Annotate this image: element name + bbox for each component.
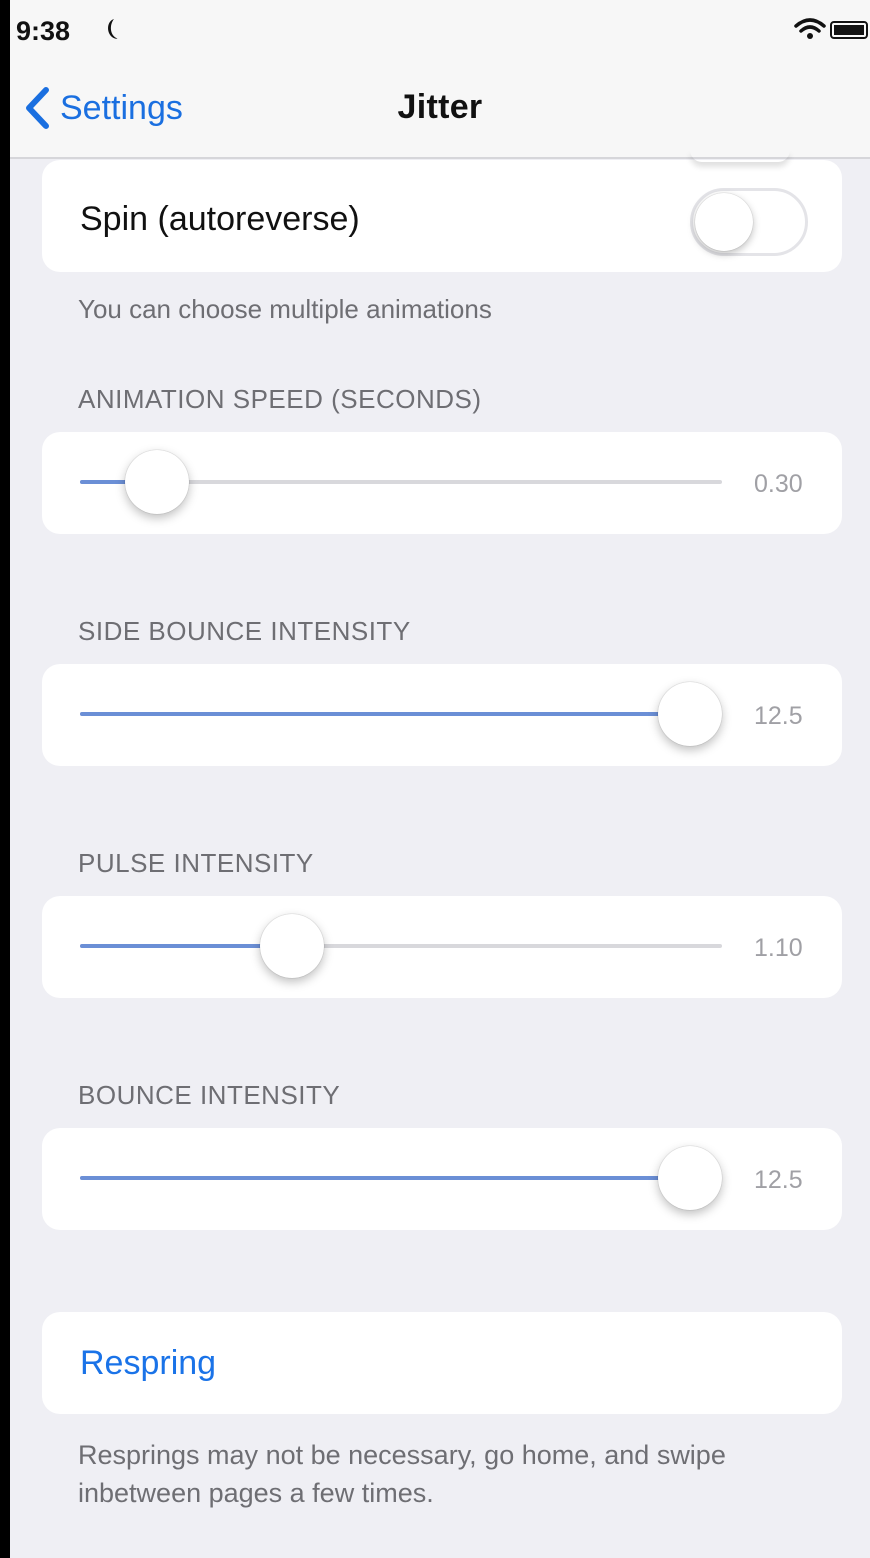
spin-toggle[interactable] xyxy=(690,188,808,256)
bounce-header: BOUNCE INTENSITY xyxy=(78,1080,341,1110)
respring-footer: Resprings may not be necessary, go home,… xyxy=(78,1440,726,1508)
settings-screen: 9:38 Settings Jitter Spin (autoreverse) xyxy=(10,0,870,1558)
status-bar: 9:38 xyxy=(10,0,870,60)
animation-speed-card: 0.30 xyxy=(42,432,842,534)
respring-card[interactable]: Respring xyxy=(42,1312,842,1414)
side-bounce-header: SIDE BOUNCE INTENSITY xyxy=(78,616,411,646)
slider-thumb[interactable] xyxy=(657,682,722,746)
bounce-card: 12.5 xyxy=(42,1128,842,1230)
moon-icon xyxy=(108,19,118,39)
animation-speed-slider[interactable] xyxy=(80,450,722,514)
spin-row-label: Spin (autoreverse) xyxy=(80,200,360,238)
toggle-knob xyxy=(695,193,753,251)
animation-speed-value: 0.30 xyxy=(754,470,803,498)
pulse-slider[interactable] xyxy=(80,914,722,978)
page-title: Jitter xyxy=(397,88,483,126)
bounce-slider[interactable] xyxy=(80,1146,722,1210)
pulse-card: 1.10 xyxy=(42,896,842,998)
animations-footer: You can choose multiple animations xyxy=(78,294,492,324)
status-time: 9:38 xyxy=(16,16,71,46)
slider-thumb[interactable] xyxy=(125,450,190,514)
slider-thumb[interactable] xyxy=(259,914,324,978)
pulse-value: 1.10 xyxy=(754,934,803,962)
navigation-bar: Settings Jitter xyxy=(10,60,870,159)
animation-speed-header: ANIMATION SPEED (SECONDS) xyxy=(78,384,482,414)
respring-button[interactable]: Respring xyxy=(80,1344,216,1383)
slider-fill xyxy=(80,712,690,716)
spin-card: Spin (autoreverse) xyxy=(42,160,842,272)
slider-thumb[interactable] xyxy=(657,1146,722,1210)
slider-fill xyxy=(80,1176,690,1180)
wifi-icon xyxy=(794,18,826,39)
previous-row-shadow xyxy=(690,150,790,162)
bounce-value: 12.5 xyxy=(754,1166,803,1194)
side-bounce-card: 12.5 xyxy=(42,664,842,766)
battery-icon xyxy=(830,21,868,39)
pulse-header: PULSE INTENSITY xyxy=(78,848,314,878)
side-bounce-slider[interactable] xyxy=(80,682,722,746)
side-bounce-value: 12.5 xyxy=(754,702,803,730)
